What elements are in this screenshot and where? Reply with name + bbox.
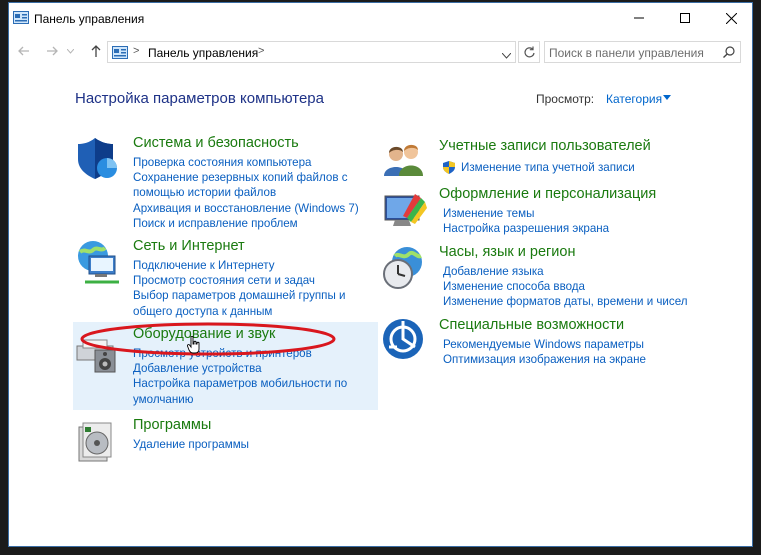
link-network-status[interactable]: Просмотр состояния сети и задач [133,273,345,288]
category-title[interactable]: Специальные возможности [439,317,624,333]
dropdown-arrow-icon[interactable] [663,95,671,100]
breadcrumb-item[interactable]: Панель управления [148,46,258,60]
category-title[interactable]: Оформление и персонализация [439,186,656,202]
forward-arrow-icon [47,46,58,56]
link-file-history[interactable]: Сохранение резервных копий файлов с [133,170,359,185]
refresh-icon [523,46,535,58]
link-troubleshoot[interactable]: Поиск и исправление проблем [133,216,359,231]
category-links: Изменение темы Настройка разрешения экра… [443,206,609,236]
chevron-down-icon [501,52,512,59]
link-optimize-display[interactable]: Оптимизация изображения на экране [443,352,646,367]
category-title[interactable]: Часы, язык и регион [439,244,575,260]
link-connect-internet[interactable]: Подключение к Интернету [133,258,345,273]
up-arrow-icon [91,45,101,57]
forward-button[interactable] [43,42,61,60]
link-check-status[interactable]: Проверка состояния компьютера [133,155,359,170]
link-file-history-cont[interactable]: помощью истории файлов [133,185,359,200]
maximize-button[interactable] [662,3,708,33]
search-icon[interactable] [723,46,735,58]
link-mobility-settings[interactable]: Настройка параметров мобильности по [133,376,347,391]
up-button[interactable] [87,42,105,60]
control-panel-icon [112,46,128,59]
back-arrow-icon [18,46,29,56]
search-box[interactable] [544,41,741,63]
link-recommended-settings[interactable]: Рекомендуемые Windows параметры [443,337,646,352]
link-change-theme[interactable]: Изменение темы [443,206,609,221]
search-input[interactable] [549,45,714,60]
chevron-down-icon [66,48,74,54]
link-input-method[interactable]: Изменение способа ввода [443,279,688,294]
link-homegroup[interactable]: Выбор параметров домашней группы и [133,288,345,303]
back-button[interactable] [15,42,33,60]
category-links: Добавление языка Изменение способа ввода… [443,264,688,310]
address-dropdown-button[interactable] [501,46,512,64]
minimize-icon [634,17,644,19]
category-links: Проверка состояния компьютера Сохранение… [133,155,359,231]
view-by-dropdown[interactable]: Категория [606,92,662,106]
category-links: Рекомендуемые Windows параметры Оптимиза… [443,337,646,367]
personalization-icon [384,194,427,226]
title-bar[interactable]: Панель управления [9,3,752,33]
control-panel-window: Панель управления > Панель управления > … [8,2,753,547]
link-date-time-format[interactable]: Изменение форматов даты, времени и чисел [443,294,688,309]
maximize-icon [680,13,690,23]
link-screen-resolution[interactable]: Настройка разрешения экрана [443,221,609,236]
programs-icon [78,422,112,462]
address-bar[interactable]: > Панель управления > [107,41,516,63]
link-homegroup-cont[interactable]: общего доступа к данным [133,304,345,319]
close-button[interactable] [708,3,754,33]
refresh-button[interactable] [518,41,540,63]
category-title[interactable]: Сеть и Интернет [133,238,245,254]
uac-shield-icon [443,161,455,174]
category-links: Подключение к Интернету Просмотр состоян… [133,258,345,319]
users-icon [384,144,423,176]
globe-network-icon [78,241,119,284]
control-panel-icon [13,11,29,24]
breadcrumb-separator-icon[interactable]: > [258,45,264,57]
category-title[interactable]: Система и безопасность [133,135,299,151]
category-title[interactable]: Учетные записи пользователей [439,138,651,154]
link-change-account-type[interactable]: Изменение типа учетной записи [461,160,635,175]
link-backup-restore[interactable]: Архивация и восстановление (Windows 7) [133,201,359,216]
navigation-bar: > Панель управления > [9,39,752,63]
window-title: Панель управления [34,12,145,26]
category-links: Изменение типа учетной записи [461,160,635,175]
minimize-button[interactable] [616,3,662,33]
link-uninstall-program[interactable]: Удаление программы [133,437,249,452]
view-by-label: Просмотр: [536,92,595,106]
page-title: Настройка параметров компьютера [75,90,324,107]
hand-cursor-icon [187,336,200,354]
recent-locations-button[interactable] [65,42,75,60]
annotation-ellipse [80,322,336,356]
link-add-device[interactable]: Добавление устройства [133,361,347,376]
accessibility-icon [383,319,423,359]
category-links: Удаление программы [133,437,249,452]
clock-globe-icon [383,247,422,289]
link-add-language[interactable]: Добавление языка [443,264,688,279]
link-mobility-settings-cont[interactable]: умолчанию [133,392,347,407]
breadcrumb-separator-icon[interactable]: > [133,45,139,57]
category-title[interactable]: Программы [133,417,211,433]
shield-icon [78,138,117,179]
close-icon [725,12,737,24]
